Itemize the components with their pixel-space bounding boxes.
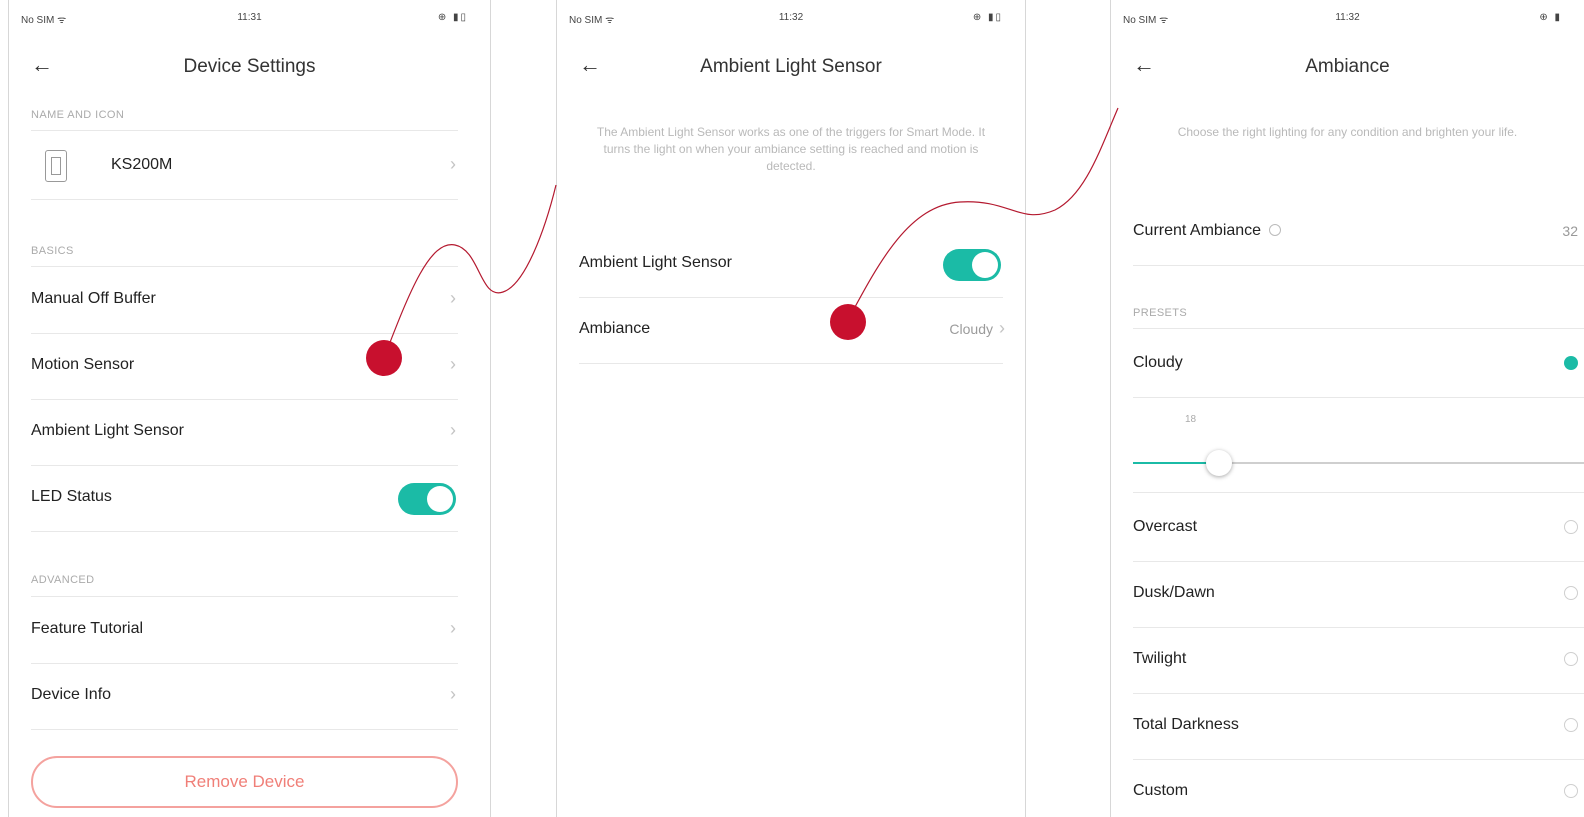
- row-label: Feature Tutorial: [31, 620, 144, 637]
- ambient-light-sensor-row[interactable]: Ambient Light Sensor ›: [31, 400, 458, 466]
- page-title: Device Settings: [183, 56, 316, 77]
- chevron-right-icon: ›: [999, 318, 1005, 338]
- row-label: Manual Off Buffer: [31, 290, 156, 307]
- toggle-knob: [427, 486, 453, 512]
- slider-value: 18: [1185, 414, 1197, 425]
- device-settings-screen: No SIM ᯤ 11:31 ⊕ ▮▯ ← Device Settings NA…: [8, 0, 491, 817]
- page-title: Ambient Light Sensor: [700, 56, 882, 77]
- row-label: Dusk/Dawn: [1133, 584, 1215, 601]
- preset-custom-row[interactable]: Custom: [1133, 760, 1584, 817]
- preset-dusk-row[interactable]: Dusk/Dawn: [1133, 562, 1584, 628]
- feature-tutorial-row[interactable]: Feature Tutorial ›: [31, 598, 458, 664]
- divider: [31, 130, 458, 131]
- manual-off-buffer-row[interactable]: Manual Off Buffer ›: [31, 268, 458, 334]
- ambiance-value: Cloudy: [949, 321, 993, 337]
- battery-icon: ⊕ ▮: [1539, 12, 1562, 23]
- status-bar: No SIM ᯤ 11:32 ⊕ ▮: [1111, 12, 1584, 30]
- divider: [31, 596, 458, 597]
- section-basics: BASICS: [31, 245, 74, 257]
- preset-overcast-row[interactable]: Overcast: [1133, 496, 1584, 562]
- row-label: LED Status: [31, 488, 112, 505]
- nav-bar: ← Ambiance: [1111, 50, 1584, 84]
- battery-icon: ⊕ ▮▯: [972, 12, 1003, 23]
- device-name-row[interactable]: KS200M ›: [31, 134, 458, 200]
- ambiance-screen: No SIM ᯤ 11:32 ⊕ ▮ ← Ambiance Choose the…: [1110, 0, 1584, 817]
- radio-icon[interactable]: [1564, 784, 1578, 798]
- section-presets: PRESETS: [1133, 307, 1188, 319]
- section-name-and-icon: NAME AND ICON: [31, 109, 125, 121]
- preset-total-darkness-row[interactable]: Total Darkness: [1133, 694, 1584, 760]
- current-ambiance-label: Current Ambiance: [1133, 222, 1262, 239]
- chevron-right-icon: ›: [450, 154, 456, 174]
- status-bar: No SIM ᯤ 11:31 ⊕ ▮▯: [9, 12, 490, 30]
- ambiance-description: Choose the right lighting for any condit…: [1177, 125, 1518, 139]
- tap-marker-dot: [830, 304, 866, 340]
- ambient-sensor-toggle-row: Ambient Light Sensor: [579, 232, 1003, 298]
- tap-marker-dot: [366, 340, 402, 376]
- row-label: Cloudy: [1133, 354, 1183, 371]
- chevron-right-icon: ›: [450, 618, 456, 638]
- row-label: Ambiance: [579, 320, 651, 337]
- divider: [1133, 492, 1584, 493]
- chevron-right-icon: ›: [450, 684, 456, 704]
- section-advanced: ADVANCED: [31, 574, 95, 586]
- row-label: Overcast: [1133, 518, 1198, 535]
- divider: [31, 266, 458, 267]
- divider: [1133, 328, 1584, 329]
- row-label: Custom: [1133, 782, 1189, 799]
- chevron-right-icon: ›: [450, 420, 456, 440]
- preset-cloudy-row[interactable]: Cloudy: [1133, 332, 1584, 398]
- radio-icon[interactable]: [1564, 718, 1578, 732]
- row-label: Device Info: [31, 686, 112, 703]
- radio-selected-icon[interactable]: [1564, 356, 1578, 370]
- info-icon[interactable]: [1269, 224, 1282, 236]
- switch-device-icon: [45, 150, 67, 182]
- radio-icon[interactable]: [1564, 652, 1578, 666]
- led-status-row: LED Status: [31, 466, 458, 532]
- radio-icon[interactable]: [1564, 520, 1578, 534]
- nav-bar: ← Device Settings: [9, 50, 490, 84]
- chevron-right-icon: ›: [450, 288, 456, 308]
- current-ambiance-value: 32: [1562, 223, 1578, 239]
- ambient-light-sensor-screen: No SIM ᯤ 11:32 ⊕ ▮▯ ← Ambient Light Sens…: [556, 0, 1026, 817]
- preset-twilight-row[interactable]: Twilight: [1133, 628, 1584, 694]
- ambient-sensor-toggle[interactable]: [943, 249, 1001, 281]
- toggle-knob: [972, 252, 998, 278]
- row-label: Ambient Light Sensor: [579, 254, 732, 271]
- battery-icon: ⊕ ▮▯: [437, 12, 468, 23]
- status-time: 11:32: [1335, 12, 1360, 23]
- ambiance-row[interactable]: Ambiance Cloudy ›: [579, 298, 1005, 364]
- device-info-row[interactable]: Device Info ›: [31, 664, 458, 730]
- row-label: Motion Sensor: [31, 356, 135, 373]
- row-label: Ambient Light Sensor: [31, 422, 184, 439]
- page-title: Ambiance: [1305, 56, 1390, 77]
- row-label: Total Darkness: [1133, 716, 1239, 733]
- row-label: Twilight: [1133, 650, 1187, 667]
- led-status-toggle[interactable]: [398, 483, 456, 515]
- nav-bar: ← Ambient Light Sensor: [557, 50, 1025, 84]
- slider-thumb[interactable]: [1206, 450, 1232, 476]
- current-ambiance-row: Current Ambiance 32: [1133, 200, 1584, 266]
- chevron-right-icon: ›: [450, 354, 456, 374]
- ambiance-slider: 18: [1133, 410, 1584, 490]
- status-time: 11:32: [778, 12, 804, 23]
- sensor-description: The Ambient Light Sensor works as one of…: [596, 125, 986, 173]
- radio-icon[interactable]: [1564, 586, 1578, 600]
- row-label: Current Ambiance: [1133, 222, 1282, 240]
- status-bar: No SIM ᯤ 11:32 ⊕ ▮▯: [557, 12, 1025, 30]
- remove-device-button[interactable]: Remove Device: [31, 756, 458, 808]
- device-name: KS200M: [111, 156, 173, 173]
- status-time: 11:31: [237, 12, 262, 23]
